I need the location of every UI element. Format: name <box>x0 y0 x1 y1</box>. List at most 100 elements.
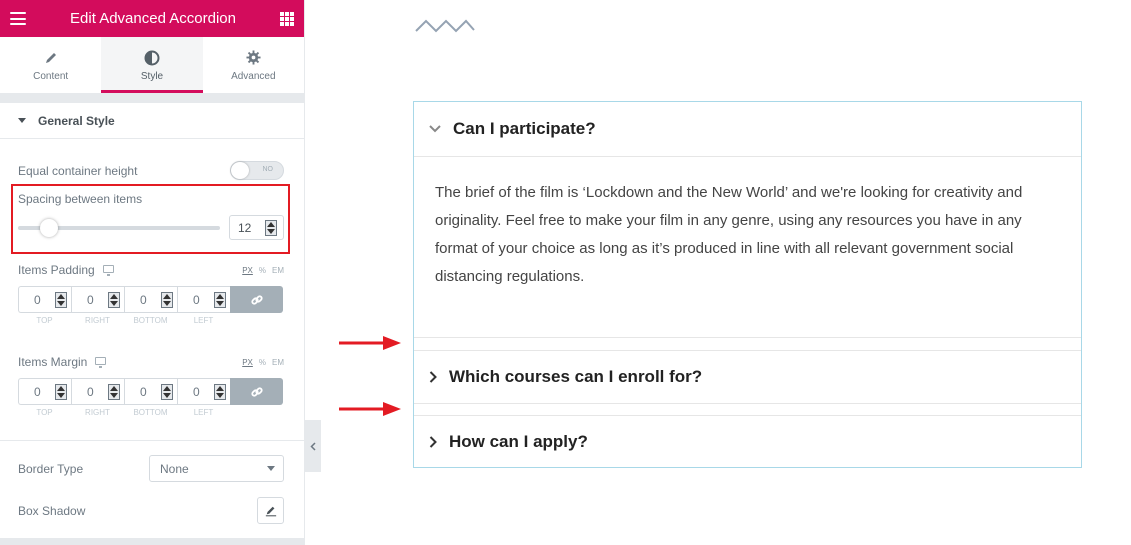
editor-panel: Edit Advanced Accordion Content Style Ad… <box>0 0 305 545</box>
box-shadow-row: Box Shadow <box>18 497 284 524</box>
value: 0 <box>34 384 41 399</box>
unit-em[interactable]: EM <box>272 266 284 275</box>
link-values-button[interactable] <box>230 286 283 313</box>
chevron-down-icon <box>267 466 275 471</box>
side-label: LEFT <box>193 316 214 325</box>
spinner-icon[interactable] <box>161 384 173 400</box>
link-icon <box>250 386 263 397</box>
box-shadow-label: Box Shadow <box>18 503 86 518</box>
spinner-icon[interactable] <box>108 384 120 400</box>
chevron-left-icon <box>310 441 316 451</box>
accordion-header[interactable]: Can I participate? <box>414 102 1081 156</box>
collapse-panel-button[interactable] <box>305 420 321 472</box>
toggle-state: NO <box>262 166 274 173</box>
accordion-title: How can I apply? <box>449 432 588 451</box>
annotation-arrow-icon <box>339 402 401 416</box>
side-label: TOP <box>36 408 53 417</box>
spinner-icon[interactable] <box>214 292 226 308</box>
accordion-title: Which courses can I enroll for? <box>449 367 703 386</box>
value: 0 <box>193 292 200 307</box>
hamburger-icon[interactable] <box>10 12 26 25</box>
tab-advanced-label: Advanced <box>231 70 276 82</box>
accordion-item: How can I apply? <box>414 415 1081 468</box>
margin-top-input[interactable]: 0 <box>18 378 71 405</box>
equal-height-row: Equal container height NO <box>18 161 284 180</box>
value: 0 <box>87 384 94 399</box>
margin-bottom-input[interactable]: 0 <box>124 378 177 405</box>
side-label: BOTTOM <box>133 316 168 325</box>
toggle-knob <box>231 162 249 179</box>
slider-handle[interactable] <box>40 219 58 237</box>
contrast-icon <box>144 49 160 67</box>
spinner-icon[interactable] <box>108 292 120 308</box>
accordion-item: Can I participate? The brief of the film… <box>414 102 1081 338</box>
tab-advanced[interactable]: Advanced <box>203 37 304 93</box>
side-label: RIGHT <box>85 316 110 325</box>
divider-zigzag-icon <box>415 19 475 33</box>
spacing-input[interactable]: 12 <box>229 215 284 240</box>
accordion-header[interactable]: Which courses can I enroll for? <box>414 351 1081 403</box>
padding-right-input[interactable]: 0 <box>71 286 124 313</box>
panel-tabs: Content Style Advanced <box>0 37 304 93</box>
side-label: RIGHT <box>85 408 110 417</box>
desktop-icon[interactable] <box>102 265 114 276</box>
chevron-down-icon <box>429 125 441 133</box>
border-type-row: Border Type None <box>18 455 284 482</box>
equal-height-label: Equal container height <box>18 163 138 178</box>
unit-px[interactable]: PX <box>242 358 253 367</box>
pencil-icon <box>44 49 58 67</box>
unit-switcher: PX % EM <box>242 266 284 275</box>
chevron-right-icon <box>429 436 437 448</box>
pencil-icon <box>265 506 276 516</box>
gear-icon <box>246 49 261 67</box>
link-values-button[interactable] <box>230 378 283 405</box>
link-icon <box>250 294 263 305</box>
unit-percent[interactable]: % <box>259 266 266 275</box>
margin-left-input[interactable]: 0 <box>177 378 230 405</box>
padding-label: Items Padding <box>18 263 95 277</box>
items-margin-control: Items Margin PX % EM 0 0 0 0 TOP RIGHT B… <box>18 354 284 417</box>
accordion-header[interactable]: How can I apply? <box>414 416 1081 468</box>
margin-label: Items Margin <box>18 355 88 369</box>
tab-style[interactable]: Style <box>101 37 203 93</box>
annotation-arrow-icon <box>339 336 401 350</box>
side-label: BOTTOM <box>133 408 168 417</box>
caret-down-icon <box>18 118 26 123</box>
panel-title: Edit Advanced Accordion <box>70 10 236 27</box>
box-shadow-edit-button[interactable] <box>257 497 284 524</box>
unit-percent[interactable]: % <box>259 358 266 367</box>
section-general-style[interactable]: General Style <box>0 103 304 139</box>
spinner-icon[interactable] <box>214 384 226 400</box>
items-padding-control: Items Padding PX % EM 0 0 0 0 TOP RIGHT … <box>18 262 284 325</box>
spacing-slider[interactable] <box>18 219 220 237</box>
unit-switcher: PX % EM <box>242 358 284 367</box>
desktop-icon[interactable] <box>95 357 107 368</box>
accordion-title: Can I participate? <box>453 119 596 138</box>
padding-bottom-input[interactable]: 0 <box>124 286 177 313</box>
spacing-value: 12 <box>238 220 252 235</box>
accordion-item: Which courses can I enroll for? <box>414 350 1081 404</box>
spinner-icon[interactable] <box>265 220 277 236</box>
unit-em[interactable]: EM <box>272 358 284 367</box>
advanced-accordion: Can I participate? The brief of the film… <box>413 101 1082 468</box>
unit-px[interactable]: PX <box>242 266 253 275</box>
equal-height-toggle[interactable]: NO <box>230 161 284 180</box>
tab-content[interactable]: Content <box>0 37 101 93</box>
side-label: TOP <box>36 316 53 325</box>
value: 0 <box>87 292 94 307</box>
grid-icon[interactable] <box>280 11 294 26</box>
border-type-value: None <box>160 461 189 476</box>
margin-right-input[interactable]: 0 <box>71 378 124 405</box>
accordion-content: The brief of the film is ‘Lockdown and t… <box>414 156 1081 338</box>
side-label: LEFT <box>193 408 214 417</box>
spinner-icon[interactable] <box>55 384 67 400</box>
panel-footer-band <box>0 538 305 545</box>
panel-header: Edit Advanced Accordion <box>0 0 304 37</box>
padding-left-input[interactable]: 0 <box>177 286 230 313</box>
spinner-icon[interactable] <box>55 292 67 308</box>
value: 0 <box>34 292 41 307</box>
border-type-select[interactable]: None <box>149 455 284 482</box>
border-type-label: Border Type <box>18 461 84 476</box>
spinner-icon[interactable] <box>161 292 173 308</box>
padding-top-input[interactable]: 0 <box>18 286 71 313</box>
